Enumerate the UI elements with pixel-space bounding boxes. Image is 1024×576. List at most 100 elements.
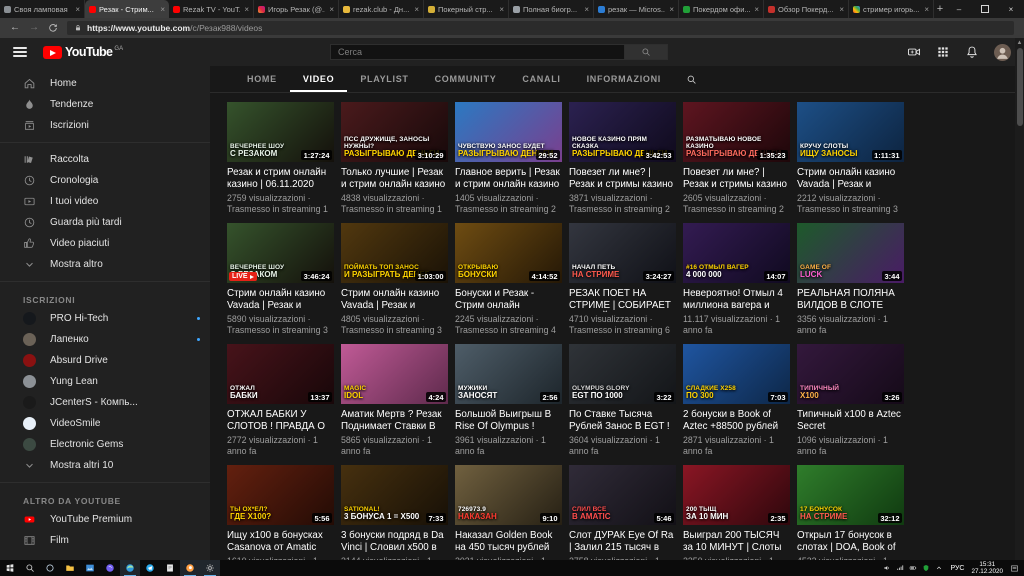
video-thumbnail[interactable]: GAME OFLUCK3:44	[797, 223, 904, 283]
tab-close-icon[interactable]: ×	[753, 5, 759, 14]
sidebar-item-guarda-pi-tardi[interactable]: Guarda più tardi	[0, 212, 210, 233]
video-title[interactable]: Слот ДУРАК Eye Of Ra | Залил 215 тысяч в…	[569, 530, 676, 554]
sidebar-item-tendenze[interactable]: Tendenze	[0, 94, 210, 115]
tab-close-icon[interactable]: ×	[328, 5, 334, 14]
video-title[interactable]: Повезет ли мне? | Резак и стримы казино …	[683, 167, 790, 191]
tab-close-icon[interactable]: ×	[413, 5, 419, 14]
avatar[interactable]	[994, 44, 1011, 61]
sidebar-item-home[interactable]: Home	[0, 73, 210, 94]
video-card[interactable]: GAME OFLUCK3:44 РЕАЛЬНАЯ ПОЛЯНА ВИЛДОВ В …	[797, 223, 904, 335]
explorer-icon[interactable]	[60, 560, 80, 576]
menu-icon[interactable]	[13, 47, 27, 57]
sidebar-item-youtube-premium[interactable]: YouTube Premium	[0, 509, 210, 530]
video-title[interactable]: Типичный x100 в Aztec Secret	[797, 409, 904, 433]
page-scrollbar[interactable]: ▲	[1015, 38, 1024, 560]
video-card[interactable]: ПСС ДРУЖИЩЕ, ЗАНОСЫ НУЖНЫ?РАЗЫГРЫВАЮ ДЕН…	[341, 102, 448, 214]
video-card[interactable]: ОТЖАЛБАБКИ13:37ОТЖАЛ БАБКИ У СЛОТОВ ! ПР…	[227, 344, 334, 456]
video-card[interactable]: СЛИЛ ВСЕВ AMATIC5:46 Слот ДУРАК Eye Of Ra…	[569, 465, 676, 560]
start-icon[interactable]	[0, 560, 20, 576]
taskbar-search-icon[interactable]	[20, 560, 40, 576]
sidebar-item-mostra-altro[interactable]: Mostra altro	[0, 254, 210, 275]
channel-tab-informazioni[interactable]: INFORMAZIONI	[574, 66, 674, 92]
video-title[interactable]: 3 бонуски подряд в Da Vinci | Словил x50…	[341, 530, 448, 554]
taskbar-clock[interactable]: 15:31 27.12.2020	[971, 561, 1003, 575]
video-title[interactable]: РЕАЛЬНАЯ ПОЛЯНА ВИЛДОВ В СЛОТЕ GAME O...	[797, 288, 904, 312]
video-thumbnail[interactable]: 726973.9НАКАЗАН9:10	[455, 465, 562, 525]
browser-tab[interactable]: Игорь Резак (@...×	[254, 0, 339, 18]
video-title[interactable]: Невероятно! Отмыл 4 миллиона вагера и по…	[683, 288, 790, 312]
video-title[interactable]: Стрим онлайн казино Vavada | Резак и зан…	[797, 167, 904, 191]
tray-network-icon[interactable]	[896, 564, 904, 572]
browser-tab[interactable]: Обзор Покерд...×	[764, 0, 849, 18]
sidebar-subscription-item[interactable]: Electronic Gems	[0, 434, 210, 455]
browser-tab[interactable]: Rezak TV - YouT...×	[169, 0, 254, 18]
viber-icon[interactable]	[100, 560, 120, 576]
video-title[interactable]: Открыл 17 бонусок в слотах | DOA, Book o…	[797, 530, 904, 554]
video-thumbnail[interactable]: ПСС ДРУЖИЩЕ, ЗАНОСЫ НУЖНЫ?РАЗЫГРЫВАЮ ДЕН…	[341, 102, 448, 162]
video-card[interactable]: НОВОЕ КАЗИНО ПРЯМ СКАЗКАРАЗЫГРЫВАЮ ДЕНЬГ…	[569, 102, 676, 214]
video-thumbnail[interactable]: ТИПИЧНЫЙX1003:26	[797, 344, 904, 404]
channel-tab-community[interactable]: COMMUNITY	[422, 66, 510, 92]
tab-close-icon[interactable]: ×	[583, 5, 589, 14]
tab-close-icon[interactable]: ×	[498, 5, 504, 14]
video-thumbnail[interactable]: ВЕЧЕРНЕЕ ШОУС РЕЗАКОМ1:27:24	[227, 102, 334, 162]
tray-battery-icon[interactable]	[909, 564, 917, 572]
sidebar-item-iscrizioni[interactable]: Iscrizioni	[0, 115, 210, 136]
video-thumbnail[interactable]: РАЗМАТЫВАЮ НОВОЕ КАЗИНОРАЗЫГРЫВАЮ ДЕНЬГИ…	[683, 102, 790, 162]
video-thumbnail[interactable]: ОТКРЫВАЮБОНУСКИ4:14:52	[455, 223, 562, 283]
apps-grid-icon[interactable]	[936, 45, 950, 59]
sidebar-subscription-item[interactable]: Лапенко	[0, 329, 210, 350]
forward-button[interactable]: →	[29, 23, 39, 33]
scrollbar-up-arrow[interactable]: ▲	[1015, 38, 1024, 47]
video-title[interactable]: Бонуски и Резак - Стрим онлайн	[455, 288, 562, 312]
sidebar-item-raccolta[interactable]: Raccolta	[0, 149, 210, 170]
browser-tab[interactable]: rezak.club - Дн...×	[339, 0, 424, 18]
tab-close-icon[interactable]: ×	[159, 5, 165, 14]
sidebar-item-video-piaciuti[interactable]: Video piaciuti	[0, 233, 210, 254]
tab-close-icon[interactable]: ×	[74, 5, 80, 14]
video-title[interactable]: Повезет ли мне? | Резак и стримы казино …	[569, 167, 676, 191]
video-thumbnail[interactable]: СЛИЛ ВСЕВ AMATIC5:46	[569, 465, 676, 525]
video-title[interactable]: ОТЖАЛ БАБКИ У СЛОТОВ ! ПРАВДА О РОЗЫГРЫШ…	[227, 409, 334, 433]
video-card[interactable]: #16 ОТМЫЛ ВАГЕР4 000 00014:07Невероятно!…	[683, 223, 790, 335]
video-title[interactable]: Ищу x100 в бонусках Casanova от Amatic	[227, 530, 334, 554]
language-indicator[interactable]: РУС	[948, 565, 966, 572]
channel-search-icon[interactable]	[674, 66, 709, 92]
video-card[interactable]: РАЗМАТЫВАЮ НОВОЕ КАЗИНОРАЗЫГРЫВАЮ ДЕНЬГИ…	[683, 102, 790, 214]
video-thumbnail[interactable]: НОВОЕ КАЗИНО ПРЯМ СКАЗКАРАЗЫГРЫВАЮ ДЕНЬГ…	[569, 102, 676, 162]
video-title[interactable]: Выиграл 200 ТЫСЯЧ за 10 МИНУТ | Слоты Dr…	[683, 530, 790, 554]
video-title[interactable]: Главное верить | Резак и стрим онлайн ка…	[455, 167, 562, 191]
channel-tab-playlist[interactable]: PLAYLIST	[347, 66, 421, 92]
search-button[interactable]	[625, 44, 668, 60]
video-title[interactable]: Стрим онлайн казино Vavada | Резак и зан…	[227, 288, 334, 312]
create-video-icon[interactable]	[907, 45, 921, 59]
search-input[interactable]	[330, 44, 625, 60]
video-title[interactable]: По Ставке Тысяча Рублей Занос В EGT ! Ol…	[569, 409, 676, 433]
video-thumbnail[interactable]: ПОЙМАТЬ ТОП ЗАНОСИ РАЗЫГРАТЬ ДЕНЕГ1:03:0…	[341, 223, 448, 283]
video-title[interactable]: Наказал Golden Book на 450 тысяч рублей	[455, 530, 562, 554]
minimize-button[interactable]: –	[946, 0, 972, 18]
video-title[interactable]: Резак и стрим онлайн казино | 06.11.2020	[227, 167, 334, 191]
browser-tab[interactable]: Покердом офи...×	[679, 0, 764, 18]
video-thumbnail[interactable]: НАЧАЛ ПЕТЬНА СТРИМЕ3:24:27	[569, 223, 676, 283]
tab-close-icon[interactable]: ×	[838, 5, 844, 14]
tray-shield-icon[interactable]	[922, 564, 930, 572]
sidebar-item-show-more-channels[interactable]: Mostra altri 10	[0, 455, 210, 476]
tab-close-icon[interactable]: ×	[668, 5, 674, 14]
notes-icon[interactable]	[160, 560, 180, 576]
sidebar-subscription-item[interactable]: PRO Hi-Tech	[0, 308, 210, 329]
video-thumbnail[interactable]: ТЫ ОХ*ЕЛ?ГДЕ X100?5:56	[227, 465, 334, 525]
video-card[interactable]: ОТКРЫВАЮБОНУСКИ4:14:52 Бонуски и Резак - …	[455, 223, 562, 335]
channel-tab-video[interactable]: VIDEO	[290, 66, 348, 92]
video-card[interactable]: ВЕЧЕРНЕЕ ШОУС РЕЗАКОМ1:27:24 Резак и стри…	[227, 102, 334, 214]
video-thumbnail[interactable]: SATIONAL!3 БОНУСА 1 = X5007:33	[341, 465, 448, 525]
browser-tab[interactable]: Резак - Стрим...×	[85, 0, 169, 18]
refresh-button[interactable]	[48, 23, 58, 33]
sidebar-item-i-tuoi-video[interactable]: I tuoi video	[0, 191, 210, 212]
video-thumbnail[interactable]: OLYMPUS GLORYEGT ПО 10003:22	[569, 344, 676, 404]
video-card[interactable]: ТЫ ОХ*ЕЛ?ГДЕ X100?5:56 Ищу x100 в бонуска…	[227, 465, 334, 560]
video-thumbnail[interactable]: ЧУВСТВУЮ ЗАНОС БУДЕТРАЗЫГРЫВАЮ ДЕНЬГИ29:…	[455, 102, 562, 162]
video-title[interactable]: Большой Выигрыш В Rise Of Olympus ! Мужи…	[455, 409, 562, 433]
video-card[interactable]: ВЕЧЕРНЕЕ ШОУС РЕЗАКОМLIVE3:46:24Стрим он…	[227, 223, 334, 335]
browser-tab[interactable]: Своя ламповая×	[0, 0, 85, 18]
